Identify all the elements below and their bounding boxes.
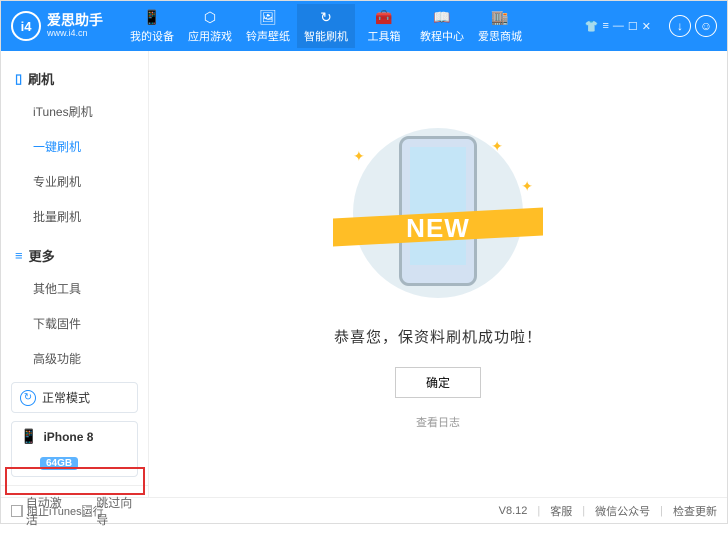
nav-ringtone[interactable]: 🖼铃声壁纸 — [239, 4, 297, 48]
version-label: V8.12 — [499, 505, 528, 517]
menu-icon: ≡ — [15, 248, 23, 263]
refresh-icon: ↻ — [20, 390, 36, 406]
nav-tutorial[interactable]: 📖教程中心 — [413, 4, 471, 48]
picture-icon: 🖼 — [259, 8, 277, 26]
success-illustration: ✦ ✦ ✦ NEW — [313, 118, 563, 308]
footer-support[interactable]: 客服 — [550, 503, 572, 519]
logo[interactable]: i4 爱思助手 www.i4.cn — [11, 11, 103, 41]
sidebar-group-more[interactable]: ≡ 更多 — [15, 240, 134, 271]
menu-icon[interactable]: ≡ — [602, 20, 608, 33]
user-button[interactable]: ☺ — [695, 15, 717, 37]
app-url: www.i4.cn — [47, 29, 103, 39]
minimize-icon[interactable]: — — [613, 20, 624, 33]
refresh-icon: ↻ — [317, 8, 335, 26]
sidebar-item-onekey-flash[interactable]: 一键刷机 — [33, 129, 134, 164]
phone-icon: 📱 — [20, 428, 37, 445]
success-message: 恭喜您，保资料刷机成功啦！ — [334, 326, 542, 347]
app-title: 爱思助手 — [47, 13, 103, 28]
toolbox-icon: 🧰 — [375, 8, 393, 26]
checkbox-skip-wizard[interactable]: 跳过向导 — [82, 494, 139, 528]
sidebar-item-itunes-flash[interactable]: iTunes刷机 — [33, 94, 134, 129]
book-icon: 📖 — [433, 8, 451, 26]
sidebar-item-batch-flash[interactable]: 批量刷机 — [33, 199, 134, 234]
new-ribbon: NEW — [406, 213, 470, 244]
sidebar-item-pro-flash[interactable]: 专业刷机 — [33, 164, 134, 199]
view-log-link[interactable]: 查看日志 — [416, 414, 460, 430]
download-button[interactable]: ↓ — [669, 15, 691, 37]
sidebar-item-advanced[interactable]: 高级功能 — [33, 341, 134, 376]
tshirt-icon[interactable]: 👕 — [585, 20, 599, 33]
phone-icon: ▯ — [15, 71, 22, 87]
top-nav: 📱我的设备 ⬡应用游戏 🖼铃声壁纸 ↻智能刷机 🧰工具箱 📖教程中心 🏬爱思商城 — [123, 4, 529, 48]
sidebar-item-download-firmware[interactable]: 下载固件 — [33, 306, 134, 341]
nav-apps[interactable]: ⬡应用游戏 — [181, 4, 239, 48]
nav-toolbox[interactable]: 🧰工具箱 — [355, 4, 413, 48]
footer-update[interactable]: 检查更新 — [673, 503, 717, 519]
close-icon[interactable]: ✕ — [642, 20, 651, 33]
checkbox-auto-activate[interactable]: 自动激活 — [11, 494, 68, 528]
logo-icon: i4 — [11, 11, 41, 41]
apps-icon: ⬡ — [201, 8, 219, 26]
sidebar-group-flash[interactable]: ▯ 刷机 — [15, 63, 134, 94]
nav-flash[interactable]: ↻智能刷机 — [297, 4, 355, 48]
mode-status[interactable]: ↻ 正常模式 — [11, 382, 138, 413]
app-header: i4 爱思助手 www.i4.cn 📱我的设备 ⬡应用游戏 🖼铃声壁纸 ↻智能刷… — [1, 1, 727, 51]
nav-my-device[interactable]: 📱我的设备 — [123, 4, 181, 48]
maximize-icon[interactable]: ☐ — [628, 20, 638, 33]
shop-icon: 🏬 — [491, 8, 509, 26]
footer-wechat[interactable]: 微信公众号 — [595, 503, 650, 519]
device-icon: 📱 — [143, 8, 161, 26]
sidebar-item-other-tools[interactable]: 其他工具 — [33, 271, 134, 306]
nav-shop[interactable]: 🏬爱思商城 — [471, 4, 529, 48]
sidebar: ▯ 刷机 iTunes刷机 一键刷机 专业刷机 批量刷机 ≡ 更多 其他工具 下… — [1, 51, 149, 497]
main-content: ✦ ✦ ✦ NEW 恭喜您，保资料刷机成功啦！ 确定 查看日志 — [149, 51, 727, 497]
highlight-box — [5, 467, 145, 495]
ok-button[interactable]: 确定 — [395, 367, 481, 398]
